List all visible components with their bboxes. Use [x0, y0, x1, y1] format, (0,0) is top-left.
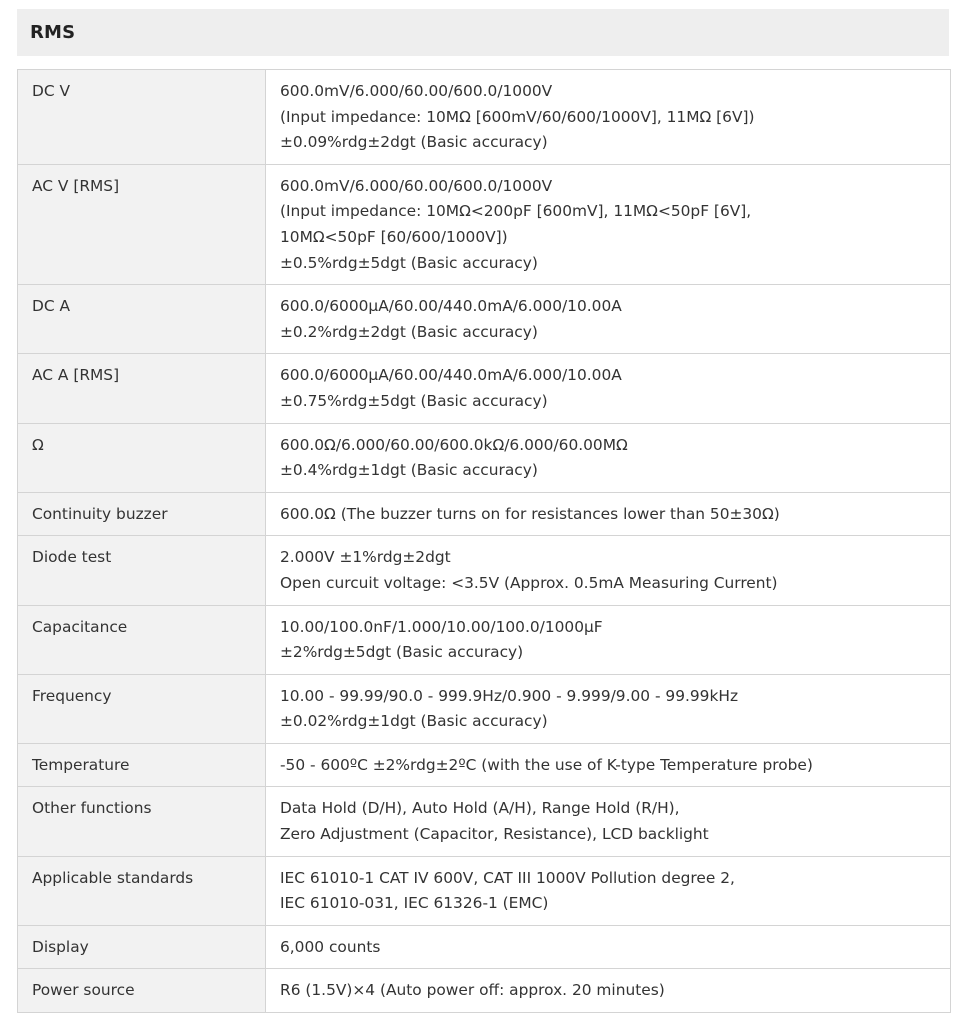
spec-value-line: IEC 61010-1 CAT IV 600V, CAT III 1000V P… — [280, 868, 735, 887]
spec-value: 10.00 - 99.99/90.0 - 999.9Hz/0.900 - 9.9… — [265, 673, 951, 744]
table-row: AC V [RMS] 600.0mV/6.000/60.00/600.0/1000… — [17, 163, 951, 286]
spec-label: Diode test — [17, 535, 266, 606]
spec-label: Temperature — [17, 742, 266, 788]
spec-label: Display — [17, 924, 266, 970]
spec-value-line: 10.00 - 99.99/90.0 - 999.9Hz/0.900 - 9.9… — [280, 686, 739, 705]
section-title: RMS — [30, 22, 76, 43]
spec-label: Ω — [17, 422, 266, 493]
spec-value-line: 600.0/6000μA/60.00/440.0mA/6.000/10.00A — [280, 366, 622, 385]
spec-value: 600.0/6000μA/60.00/440.0mA/6.000/10.00A ±… — [265, 284, 951, 355]
spec-value-line: 2.000V ±1%rdg±2dgt — [280, 548, 451, 567]
table-row: Diode test 2.000V ±1%rdg±2dgt Open curcuit… — [17, 535, 951, 606]
spec-value-line: 600.0mV/6.000/60.00/600.0/1000V — [280, 176, 553, 195]
spec-value-line: IEC 61010-031, IEC 61326-1 (EMC) — [280, 894, 549, 913]
spec-value-line: Open curcuit voltage: <3.5V (Approx. 0.5… — [280, 573, 778, 592]
spec-value-line: Data Hold (D/H), Auto Hold (A/H), Range … — [280, 799, 680, 818]
spec-value-line: 600.0mV/6.000/60.00/600.0/1000V — [280, 82, 553, 100]
spec-value-line: 600.0Ω (The buzzer turns on for resistan… — [280, 504, 780, 523]
spec-value: 600.0mV/6.000/60.00/600.0/1000V (Input im… — [265, 163, 951, 286]
spec-value-line: R6 (1.5V)×4 (Auto power off: approx. 20 … — [280, 981, 665, 1000]
spec-value-line: 6,000 counts — [280, 937, 381, 956]
spec-label: AC A [RMS] — [17, 353, 266, 424]
table-row: DC A 600.0/6000μA/60.00/440.0mA/6.000/10.… — [17, 284, 951, 355]
spec-value-line: (Input impedance: 10MΩ<200pF [600mV], 11… — [280, 202, 752, 221]
table-row: AC A [RMS] 600.0/6000μA/60.00/440.0mA/6.0… — [17, 353, 951, 424]
section-header: RMS — [17, 9, 949, 56]
spec-value-line: ±0.02%rdg±1dgt (Basic accuracy) — [280, 712, 548, 731]
spec-value-line: ±0.4%rdg±1dgt (Basic accuracy) — [280, 461, 538, 480]
spec-value-line: 10MΩ<50pF [60/600/1000V]) — [280, 227, 508, 246]
spec-value-line: 600.0/6000μA/60.00/440.0mA/6.000/10.00A — [280, 297, 622, 316]
spec-label: Other functions — [17, 786, 266, 857]
spec-value-line: 10.00/100.0nF/1.000/10.00/100.0/1000μF — [280, 617, 603, 636]
spec-value: Data Hold (D/H), Auto Hold (A/H), Range … — [265, 786, 951, 857]
table-row: Capacitance 10.00/100.0nF/1.000/10.00/100… — [17, 604, 951, 675]
spec-value: R6 (1.5V)×4 (Auto power off: approx. 20 … — [265, 968, 951, 1013]
spec-value: 600.0mV/6.000/60.00/600.0/1000V (Input im… — [265, 69, 951, 165]
spec-value-line: ±2%rdg±5dgt (Basic accuracy) — [280, 643, 524, 662]
spec-value: -50 - 600ºC ±2%rdg±2ºC (with the use of … — [265, 742, 951, 788]
table-row: Power source R6 (1.5V)×4 (Auto power off:… — [17, 968, 951, 1013]
spec-label: DC A — [17, 284, 266, 355]
spec-label: AC V [RMS] — [17, 163, 266, 286]
spec-label: Applicable standards — [17, 855, 266, 926]
spec-value: 600.0Ω (The buzzer turns on for resistan… — [265, 491, 951, 537]
specification-table: DC V 600.0mV/6.000/60.00/600.0/1000V (Inpu… — [17, 69, 951, 1013]
spec-value: 600.0/6000μA/60.00/440.0mA/6.000/10.00A ±… — [265, 353, 951, 424]
spec-value-line: ±0.75%rdg±5dgt (Basic accuracy) — [280, 391, 548, 410]
specification-table-body: DC V 600.0mV/6.000/60.00/600.0/1000V (Inpu… — [17, 69, 951, 1013]
table-row: Other functions Data Hold (D/H), Auto Hol… — [17, 786, 951, 857]
table-row: Temperature -50 - 600ºC ±2%rdg±2ºC (with … — [17, 742, 951, 788]
spec-value-line: ±0.09%rdg±2dgt (Basic accuracy) — [280, 133, 548, 152]
spec-label: Frequency — [17, 673, 266, 744]
spec-value: 600.0Ω/6.000/60.00/600.0kΩ/6.000/60.00MΩ… — [265, 422, 951, 493]
table-row: Ω 600.0Ω/6.000/60.00/600.0kΩ/6.000/60.00M… — [17, 422, 951, 493]
table-row: DC V 600.0mV/6.000/60.00/600.0/1000V (Inpu… — [17, 69, 951, 165]
spec-label: Continuity buzzer — [17, 491, 266, 537]
spec-value-line: 600.0Ω/6.000/60.00/600.0kΩ/6.000/60.00MΩ — [280, 435, 628, 454]
spec-label: Capacitance — [17, 604, 266, 675]
spec-value-line: ±0.5%rdg±5dgt (Basic accuracy) — [280, 253, 538, 272]
spec-value-line: -50 - 600ºC ±2%rdg±2ºC (with the use of … — [280, 755, 813, 774]
spec-label: Power source — [17, 968, 266, 1013]
table-row: Frequency 10.00 - 99.99/90.0 - 999.9Hz/0.… — [17, 673, 951, 744]
table-row: Applicable standards IEC 61010-1 CAT IV 6… — [17, 855, 951, 926]
spec-label: DC V — [17, 69, 266, 165]
spec-value: IEC 61010-1 CAT IV 600V, CAT III 1000V P… — [265, 855, 951, 926]
spec-value-line: (Input impedance: 10MΩ [600mV/60/600/100… — [280, 107, 755, 126]
table-row: Display 6,000 counts — [17, 924, 951, 970]
spec-value-line: ±0.2%rdg±2dgt (Basic accuracy) — [280, 322, 538, 341]
spec-value: 10.00/100.0nF/1.000/10.00/100.0/1000μF ±2… — [265, 604, 951, 675]
spec-value: 6,000 counts — [265, 924, 951, 970]
spec-value-line: Zero Adjustment (Capacitor, Resistance),… — [280, 825, 709, 844]
table-row: Continuity buzzer 600.0Ω (The buzzer turn… — [17, 491, 951, 537]
spec-value: 2.000V ±1%rdg±2dgt Open curcuit voltage: … — [265, 535, 951, 606]
